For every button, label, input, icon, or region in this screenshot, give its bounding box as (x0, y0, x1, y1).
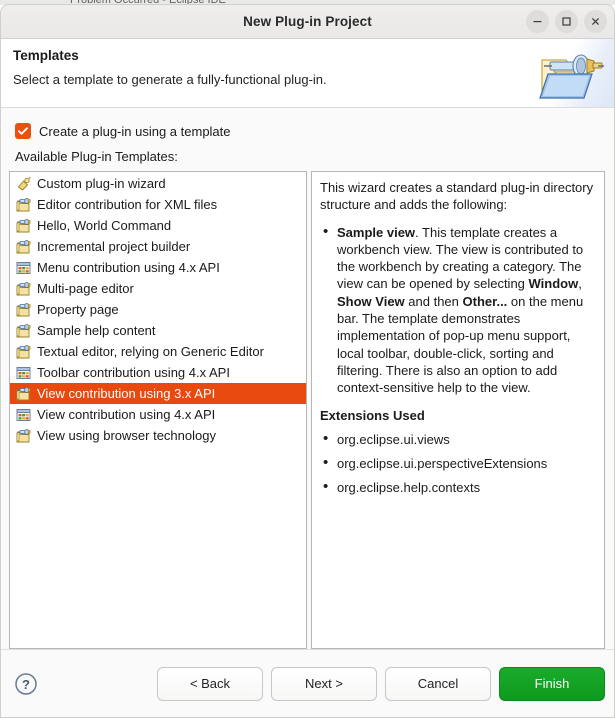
template-list-item[interactable]: Toolbar contribution using 4.x API (10, 362, 306, 383)
template-list-item-label: Incremental project builder (37, 239, 191, 254)
cancel-button[interactable]: Cancel (385, 666, 491, 701)
template-list-item-label: Editor contribution for XML files (37, 197, 218, 212)
template-list-item[interactable]: Incremental project builder (10, 236, 306, 257)
template-list-item-label: Multi-page editor (37, 281, 134, 296)
template-list-item[interactable]: View contribution using 3.x API (10, 383, 306, 404)
back-button[interactable]: < Back (157, 666, 263, 701)
template-list-item-label: Sample help content (37, 323, 156, 338)
template-list-item-label: Toolbar contribution using 4.x API (37, 365, 230, 380)
template-list-item-label: Custom plug-in wizard (37, 176, 166, 191)
bullet-text-4: on the menu bar. The template demonstrat… (337, 293, 584, 396)
template-list-item[interactable]: Menu contribution using 4.x API (10, 257, 306, 278)
window-controls (526, 5, 607, 38)
description-intro: This wizard creates a standard plug-in d… (320, 180, 594, 213)
extensions-used-heading: Extensions Used (320, 407, 425, 423)
template-list-item-label: View contribution using 4.x API (37, 407, 216, 422)
description-bullets: Sample view. This template creates a wor… (320, 223, 595, 397)
template-list-item-label: Textual editor, relying on Generic Edito… (37, 344, 264, 359)
template-list-item[interactable]: View contribution using 4.x API (10, 404, 306, 425)
close-icon (591, 17, 600, 26)
available-templates-label: Available Plug-in Templates: (15, 149, 178, 164)
bullet-bold-1: Window (528, 276, 579, 292)
extension-item: org.eclipse.ui.views (320, 430, 595, 448)
extension-item: org.eclipse.ui.perspectiveExtensions (320, 454, 595, 472)
wizard-body: Create a plug-in using a template Availa… (1, 108, 614, 649)
bullet-text-2: , (578, 276, 582, 292)
bullet-bold-3: Other... (462, 293, 508, 309)
extensions-list: org.eclipse.ui.views org.eclipse.ui.persp… (320, 430, 595, 497)
bullet-text-3: and then (404, 293, 463, 309)
templates-panes: Custom plug-in wizard Editor contribution… (9, 171, 606, 649)
template-list-item[interactable]: Sample help content (10, 320, 306, 341)
help-button[interactable]: ? (13, 671, 39, 697)
template-list-item[interactable]: Textual editor, relying on Generic Edito… (10, 341, 306, 362)
svg-text:?: ? (22, 677, 30, 692)
plugin-template-icon (16, 239, 31, 253)
list-item: Sample view. This template creates a wor… (320, 223, 595, 397)
grid-template-icon (16, 366, 31, 379)
template-list-item-label: View contribution using 3.x API (37, 386, 216, 401)
footer-buttons: < Back Next > Cancel Finish (157, 666, 605, 701)
template-description-panel: This wizard creates a standard plug-in d… (311, 171, 605, 649)
template-list-item-label: Hello, World Command (37, 218, 172, 233)
template-list-item[interactable]: Custom plug-in wizard (10, 173, 306, 194)
maximize-icon (562, 17, 571, 26)
help-question-icon: ? (15, 672, 37, 695)
template-list[interactable]: Custom plug-in wizard Editor contribution… (9, 171, 307, 649)
banner-icon-area (528, 39, 614, 107)
plugin-template-icon (16, 281, 31, 295)
plugin-folder-icon (539, 54, 604, 99)
title-bar: New Plug-in Project (1, 5, 614, 39)
template-list-item[interactable]: Hello, World Command (10, 215, 306, 236)
extension-item: org.eclipse.help.contexts (320, 478, 595, 496)
minimize-button[interactable] (526, 10, 549, 33)
page-title: Templates (13, 48, 79, 63)
template-list-item-label: Menu contribution using 4.x API (37, 260, 220, 275)
window-title: New Plug-in Project (243, 14, 372, 29)
template-list-item-label: Property page (37, 302, 119, 317)
minimize-icon (533, 21, 542, 23)
template-list-item[interactable]: Multi-page editor (10, 278, 306, 299)
template-list-item[interactable]: View using browser technology (10, 425, 306, 446)
use-template-label: Create a plug-in using a template (39, 123, 231, 139)
plugin-template-icon (16, 218, 31, 232)
template-list-item[interactable]: Property page (10, 299, 306, 320)
grid-template-icon (16, 408, 31, 421)
checkmark-icon (18, 127, 28, 135)
plugin-template-icon (16, 323, 31, 337)
new-plugin-project-dialog: New Plug-in Project Templates Select a t… (0, 4, 615, 718)
template-list-item[interactable]: Editor contribution for XML files (10, 194, 306, 215)
plugin-template-icon (16, 386, 31, 400)
bullet-lead: Sample view (337, 224, 416, 240)
page-description: Select a template to generate a fully-fu… (13, 72, 327, 87)
wizard-page-header: Templates Select a template to generate … (1, 39, 614, 108)
template-list-item-label: View using browser technology (37, 428, 216, 443)
plugin-template-icon (16, 302, 31, 316)
finish-button[interactable]: Finish (499, 666, 605, 701)
maximize-button[interactable] (555, 10, 578, 33)
plugin-template-icon (16, 344, 31, 358)
close-button[interactable] (584, 10, 607, 33)
next-button[interactable]: Next > (271, 666, 377, 701)
dialog-footer: ? < Back Next > Cancel Finish (1, 649, 614, 717)
plugin-template-icon (16, 428, 31, 442)
grid-template-icon (16, 261, 31, 274)
bullet-bold-2: Show View (337, 293, 405, 309)
use-template-checkbox[interactable] (15, 123, 31, 139)
custom-wizard-icon (17, 176, 31, 191)
plugin-template-icon (16, 197, 31, 211)
use-template-checkbox-row[interactable]: Create a plug-in using a template (15, 123, 606, 139)
